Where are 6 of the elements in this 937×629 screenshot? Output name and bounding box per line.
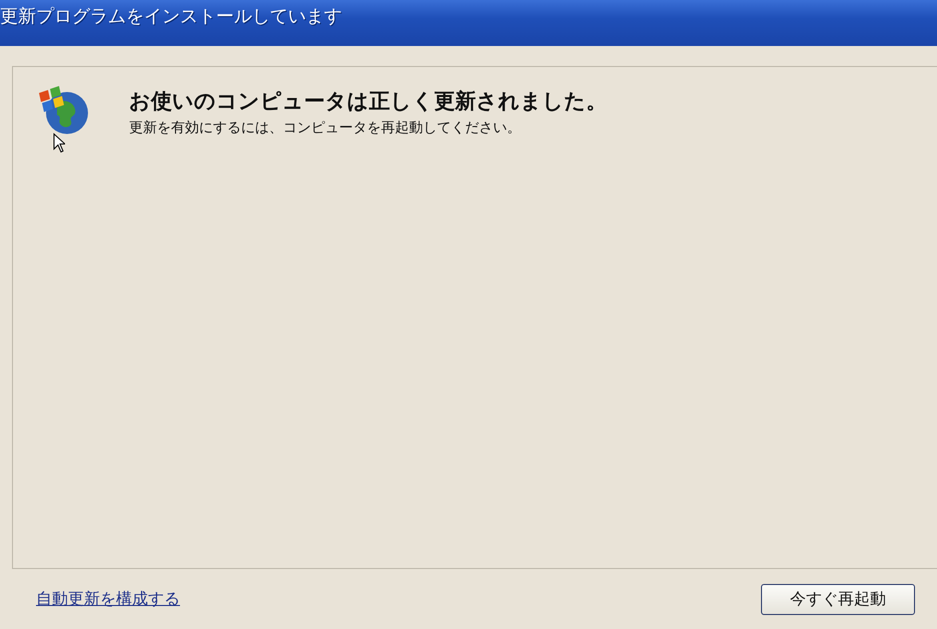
cursor-icon bbox=[53, 133, 65, 153]
message-detail: 更新を有効にするには、コンピュータを再起動してください。 bbox=[129, 119, 522, 137]
message-heading: お使いのコンピュータは正しく更新されました。 bbox=[129, 88, 607, 115]
configure-link[interactable]: 自動更新を構成する bbox=[36, 588, 180, 610]
window-title: 更新プログラムをインストールしています bbox=[0, 5, 342, 28]
restart-button[interactable]: 今すぐ再起動 bbox=[761, 584, 915, 614]
